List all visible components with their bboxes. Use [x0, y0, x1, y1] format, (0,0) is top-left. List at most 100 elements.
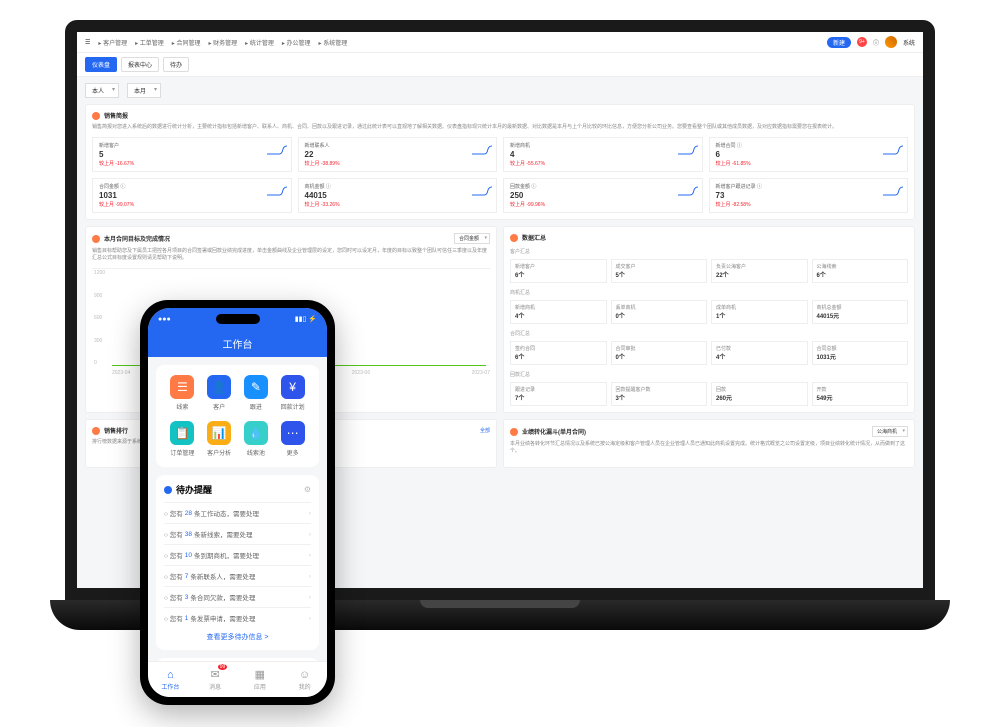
app-线索池[interactable]: 💧 线索池	[240, 421, 273, 457]
chevron-right-icon: ›	[309, 510, 311, 517]
kpi-card[interactable]: 回款金额 ⓘ 250 较上月 -99.96%	[503, 178, 703, 213]
app-更多[interactable]: ⋯ 更多	[276, 421, 309, 457]
app-订单管理[interactable]: 📋 订单管理	[166, 421, 199, 457]
todo-item[interactable]: ○ 您有3条合同欠款，需要处理›	[164, 586, 311, 607]
kpi-value: 1031	[99, 191, 285, 200]
消息-icon: ✉99	[211, 668, 220, 681]
help-icon[interactable]: ⓘ	[873, 38, 879, 47]
notif-badge[interactable]: 9+	[857, 37, 867, 47]
avatar[interactable]	[885, 36, 897, 48]
status-bar: ●●● 09:33 ▮▮▯ ⚡	[148, 308, 327, 330]
summary-cell[interactable]: 合同总额1031元	[812, 341, 909, 365]
客户分析-icon: 📊	[207, 421, 231, 445]
kpi-value: 22	[305, 150, 491, 159]
summary-cell[interactable]: 新增商机4个	[510, 300, 607, 324]
todo-item[interactable]: ○ 您有28条工作动态，需要处理›	[164, 502, 311, 523]
线索池-icon: 💧	[244, 421, 268, 445]
funnel-filter[interactable]: 公海商机	[872, 426, 908, 437]
summary-cell[interactable]: 开款549元	[812, 382, 909, 406]
app-跟进[interactable]: ✎ 跟进	[240, 375, 273, 411]
summary-cell[interactable]: 回款260元	[711, 382, 808, 406]
summary-cell[interactable]: 负责公海客户22个	[711, 259, 808, 283]
status-time: 09:33	[224, 316, 242, 323]
nav-item[interactable]: ▸ 工单管理	[135, 38, 164, 47]
chevron-right-icon: ›	[309, 552, 311, 559]
kpi-card[interactable]: 新增客户跟进记录 ⓘ 73 较上月 -82.58%	[709, 178, 909, 213]
dot-icon	[92, 235, 100, 243]
kpi-card[interactable]: 商机金额 ⓘ 44015 较上月 -33.26%	[298, 178, 498, 213]
menu-icon[interactable]: ☰	[85, 39, 90, 46]
nav-item[interactable]: ▸ 统计管理	[245, 38, 274, 47]
nav-item[interactable]: ▸ 财务管理	[208, 38, 237, 47]
scope-select[interactable]: 本人	[85, 83, 119, 98]
todo-item[interactable]: ○ 您有10条到期商机，需要处理›	[164, 544, 311, 565]
kpi-value: 250	[510, 191, 696, 200]
kpi-card[interactable]: 新增联系人 22 较上月 -38.89%	[298, 137, 498, 172]
订单管理-icon: 📋	[170, 421, 194, 445]
summary-cell[interactable]: 回款提醒客户数3个	[611, 382, 708, 406]
tab-报表中心[interactable]: 报表中心	[121, 57, 159, 72]
nav-item[interactable]: ▸ 办公管理	[282, 38, 311, 47]
dot-icon	[510, 234, 518, 242]
phone-tab-工作台[interactable]: ⌂ 工作台	[148, 662, 193, 697]
kpi-card[interactable]: 合同金额 ⓘ 1031 较上月 -99.07%	[92, 178, 292, 213]
gear-icon[interactable]: ⚙	[304, 485, 311, 494]
summary-cell[interactable]: 签约合同6个	[510, 341, 607, 365]
kpi-card[interactable]: 新增合同 ⓘ 6 较上月 -61.85%	[709, 137, 909, 172]
chevron-right-icon: ›	[309, 573, 311, 580]
app-label: 跟进	[250, 402, 262, 411]
summary-cell[interactable]: 跟进记录7个	[510, 382, 607, 406]
nav-item[interactable]: ▸ 系统管理	[319, 38, 348, 47]
battery-icon: ▮▮▯ ⚡	[295, 315, 317, 323]
phone-screen: ●●● 09:33 ▮▮▯ ⚡ 工作台 ☰ 线索 👤 客户 ✎ 跟进 ¥ 回款计…	[148, 308, 327, 697]
phone-tab-消息[interactable]: ✉99 消息	[193, 662, 238, 697]
summary-cell[interactable]: 成交客户5个	[611, 259, 708, 283]
briefing-panel: 销售简报 销售简报对您进入系统后的数据进行统计分析，主要统计指标包括新增客户、联…	[85, 104, 915, 220]
kpi-delta: 较上月 -99.96%	[510, 201, 696, 208]
todo-item[interactable]: ○ 您有7条新联系人，需要处理›	[164, 565, 311, 586]
tab-仪表盘[interactable]: 仪表盘	[85, 57, 117, 72]
nav-item[interactable]: ▸ 客户管理	[98, 38, 127, 47]
funnel-panel: 业绩转化漏斗(单月合同) 公海商机 本月业绩各转化环节汇总情况以及系统已按公海定…	[503, 419, 915, 468]
kpi-card[interactable]: 新增商机 4 较上月 -55.67%	[503, 137, 703, 172]
summary-panel: 数据汇总 客户汇总新增客户6个成交客户5个负责公海客户22个公海线索6个商机汇总…	[503, 226, 915, 413]
summary-cell[interactable]: 新增客户6个	[510, 259, 607, 283]
todo-item[interactable]: ○ 您有38条新线索，需要处理›	[164, 523, 311, 544]
ranking-title: 销售排行	[104, 426, 128, 435]
summary-cell[interactable]: 已付款4个	[711, 341, 808, 365]
summary-cell[interactable]: 商机总金额44015元	[812, 300, 909, 324]
briefing-desc: 销售简报对您进入系统后的数据进行统计分析，主要统计指标包括新增客户、联系人、商机…	[92, 124, 908, 131]
nav-item[interactable]: ▸ 合同管理	[172, 38, 201, 47]
todo-more-link[interactable]: 查看更多待办信息 >	[164, 628, 311, 642]
more-link[interactable]: 全部	[480, 427, 490, 434]
summary-section-title: 客户汇总	[510, 248, 908, 255]
app-客户分析[interactable]: 📊 客户分析	[203, 421, 236, 457]
kpi-delta: 较上月 -55.67%	[510, 160, 696, 167]
phone-tab-应用[interactable]: ▦ 应用	[238, 662, 283, 697]
kpi-card[interactable]: 新增客户 5 较上月 -16.67%	[92, 137, 292, 172]
sparkline-icon	[267, 144, 287, 156]
app-线索[interactable]: ☰ 线索	[166, 375, 199, 411]
target-filter[interactable]: 合同金额	[454, 233, 490, 244]
工作台-icon: ⌂	[167, 669, 174, 681]
summary-cell[interactable]: 丢单商机0个	[611, 300, 708, 324]
dot-icon	[164, 486, 172, 494]
kpi-label: 合同金额 ⓘ	[99, 183, 285, 190]
phone-tab-label: 应用	[254, 682, 266, 691]
app-客户[interactable]: 👤 客户	[203, 375, 236, 411]
sparkline-icon	[267, 185, 287, 197]
todo-item[interactable]: ○ 您有1条发票申请，需要处理›	[164, 607, 311, 628]
app-回款计划[interactable]: ¥ 回款计划	[276, 375, 309, 411]
summary-cell[interactable]: 公海线索6个	[812, 259, 909, 283]
回款计划-icon: ¥	[281, 375, 305, 399]
summary-cell[interactable]: 合同审批0个	[611, 341, 708, 365]
phone-tab-我的[interactable]: ☺ 我的	[282, 662, 327, 697]
summary-cell[interactable]: 成单商机1个	[711, 300, 808, 324]
kpi-value: 73	[716, 191, 902, 200]
period-select[interactable]: 本月	[127, 83, 161, 98]
kpi-delta: 较上月 -16.67%	[99, 160, 285, 167]
summary-section-title: 合同汇总	[510, 330, 908, 337]
new-button[interactable]: 新建	[827, 37, 851, 48]
kpi-label: 新增客户	[99, 142, 285, 149]
tab-待办[interactable]: 待办	[163, 57, 189, 72]
